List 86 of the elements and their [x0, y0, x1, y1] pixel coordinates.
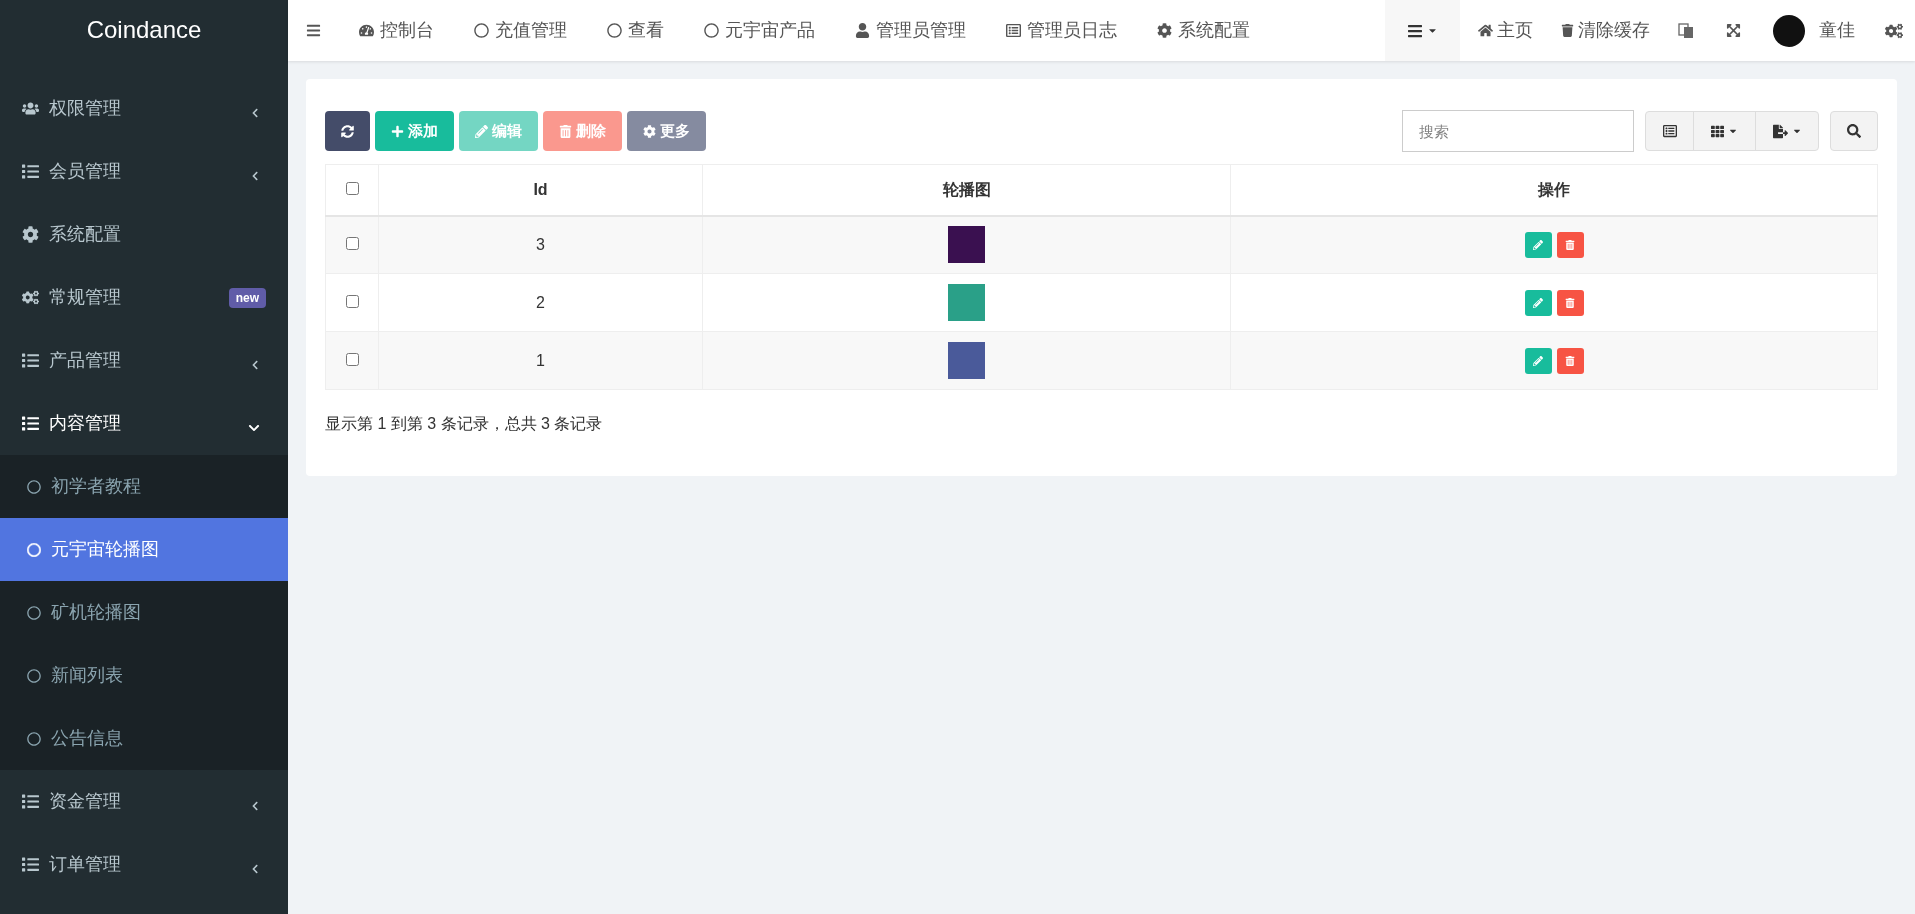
- list-icon: [22, 793, 39, 810]
- sidebar-item[interactable]: 系统配置: [0, 203, 288, 266]
- avatar[interactable]: [1773, 14, 1805, 47]
- delete-row-button[interactable]: [1556, 231, 1584, 258]
- list-icon: [1006, 23, 1021, 38]
- chevron-left-icon: [250, 800, 260, 811]
- sidebar-item[interactable]: 常规管理 new: [0, 266, 288, 329]
- delete-row-button[interactable]: [1556, 347, 1584, 374]
- nav-tab[interactable]: 控制台: [380, 17, 434, 44]
- list-dropdown-button[interactable]: [1385, 0, 1460, 61]
- home-link[interactable]: 主页: [1497, 17, 1533, 44]
- refresh-icon: [341, 124, 354, 138]
- row-checkbox[interactable]: [345, 294, 359, 308]
- nav-tab[interactable]: 系统配置: [1178, 17, 1250, 44]
- grid-icon: [1711, 124, 1724, 138]
- user-name[interactable]: 童佳: [1819, 17, 1855, 44]
- nav-tab[interactable]: 管理员日志: [1027, 17, 1117, 44]
- nav-tab[interactable]: 元宇宙产品: [725, 17, 815, 44]
- chevron-left-icon: [250, 107, 260, 118]
- nav-tab[interactable]: 充值管理: [495, 17, 567, 44]
- sidebar-item[interactable]: 产品管理: [0, 329, 288, 392]
- list-icon: [22, 163, 39, 180]
- pagination-info: 显示第 1 到第 3 条记录，总共 3 条记录: [325, 414, 604, 434]
- trash-icon: [559, 124, 572, 138]
- chevron-left-icon: [250, 170, 260, 181]
- row-checkbox[interactable]: [345, 236, 359, 250]
- chevron-left-icon: [250, 863, 260, 874]
- users-icon: [22, 100, 39, 117]
- list-icon: [22, 415, 39, 432]
- trash-icon: [1565, 239, 1575, 250]
- search-field[interactable]: 搜索: [1402, 110, 1634, 152]
- photo-placeholder: [948, 226, 985, 264]
- gears-icon: [22, 289, 39, 306]
- sidebar-item[interactable]: 内容管理: [0, 392, 288, 455]
- list-icon: [1407, 22, 1423, 39]
- settings-icon: [1157, 23, 1172, 38]
- new-badge: new: [228, 287, 266, 308]
- chevron-left-icon: [250, 359, 260, 370]
- gear-icon: [643, 124, 656, 138]
- submenu-item[interactable]: 公告信息: [0, 707, 288, 770]
- photo-placeholder: [948, 284, 985, 321]
- pencil-icon: [475, 124, 488, 138]
- nav-tab[interactable]: 管理员管理: [876, 17, 966, 44]
- plus-icon: [391, 124, 404, 138]
- trash-icon: [1565, 297, 1575, 308]
- edit-row-button[interactable]: [1524, 289, 1552, 316]
- column-header[interactable]: 操作: [1538, 180, 1570, 198]
- delete-row-button[interactable]: [1556, 289, 1584, 316]
- photo-placeholder: [948, 342, 985, 379]
- nav-tab[interactable]: 查看: [628, 17, 664, 44]
- home-icon: [1478, 23, 1493, 38]
- id-cell: 3: [536, 235, 545, 253]
- select-all-checkbox[interactable]: [345, 181, 359, 195]
- id-cell: 2: [536, 293, 545, 311]
- id-cell: 1: [536, 351, 545, 369]
- refresh-button[interactable]: [325, 111, 370, 151]
- pencil-icon: [1533, 355, 1543, 366]
- sidebar-item[interactable]: 会员管理: [0, 140, 288, 203]
- settings-icon: [1885, 21, 1903, 40]
- trash-icon: [1561, 24, 1574, 37]
- list-icon: [1662, 124, 1677, 138]
- dashboard-icon: [359, 23, 374, 38]
- column-header[interactable]: 轮播图: [942, 180, 991, 198]
- brand-logo[interactable]: Coindance: [86, 12, 202, 48]
- pencil-icon: [1533, 239, 1543, 250]
- search-icon: [1847, 124, 1861, 138]
- submenu-item[interactable]: 初学者教程: [0, 455, 288, 518]
- trash-icon: [1565, 355, 1575, 366]
- user-icon: [855, 23, 870, 38]
- settings-icon: [22, 226, 39, 243]
- sidebar-item[interactable]: 订单管理: [0, 833, 288, 896]
- list-icon: [22, 352, 39, 369]
- list-icon: [22, 856, 39, 873]
- sidebar-item[interactable]: 资金管理: [0, 770, 288, 833]
- submenu-item[interactable]: 矿机轮播图: [0, 581, 288, 644]
- pencil-icon: [1533, 297, 1543, 308]
- expand-icon: [1726, 23, 1741, 38]
- search-button[interactable]: [1830, 111, 1878, 151]
- submenu-item[interactable]: 新闻列表: [0, 644, 288, 707]
- submenu-item[interactable]: 元宇宙轮播图: [0, 518, 288, 581]
- row-checkbox[interactable]: [345, 352, 359, 366]
- menu-icon: [306, 23, 321, 38]
- clear-cache-link[interactable]: 清除缓存: [1578, 17, 1650, 44]
- export-icon: [1772, 123, 1788, 139]
- sidebar-item[interactable]: 权限管理: [0, 77, 288, 140]
- column-header[interactable]: Id: [533, 180, 548, 198]
